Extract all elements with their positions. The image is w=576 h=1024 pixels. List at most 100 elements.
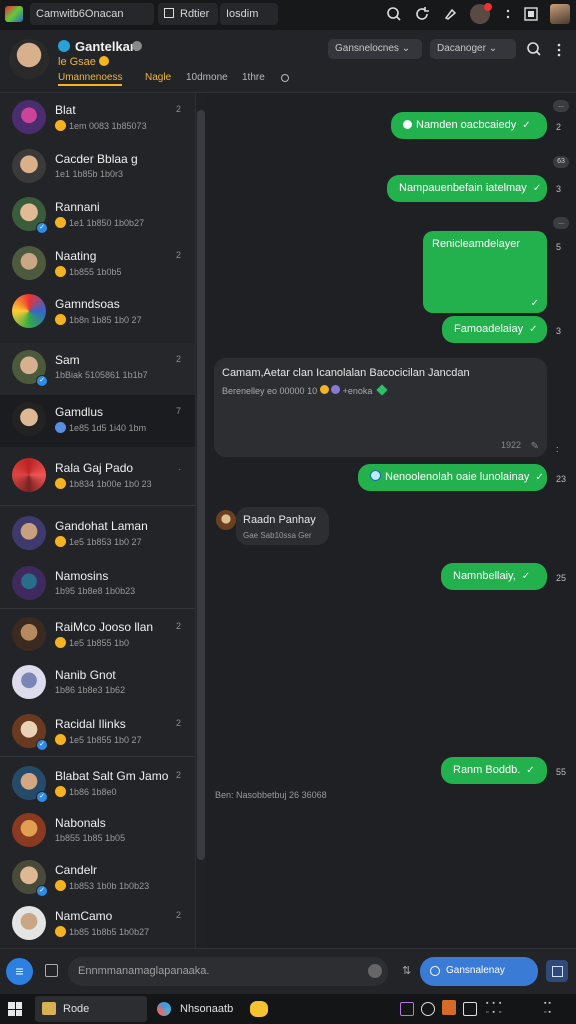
subtab-3[interactable]: 10dmone xyxy=(186,72,228,83)
message-time: 1922 xyxy=(500,440,521,450)
sender-avatar[interactable] xyxy=(216,510,236,530)
header-search-icon[interactable] xyxy=(526,41,542,62)
more-icon[interactable] xyxy=(500,6,516,22)
preview-text: 1b853 1b0b 1b0b23 xyxy=(69,881,150,891)
pin-icon[interactable] xyxy=(442,6,458,22)
chat-preview: 1em 0083 1b85073 xyxy=(55,120,147,131)
outgoing-message[interactable]: Ranm Boddb. ✓ xyxy=(441,757,547,784)
chat-list-item[interactable]: ✓ Candelr 1b853 1b0b 1b0b23 xyxy=(0,853,195,905)
incoming-message[interactable]: Camam,Aetar clan Icanolalan Bacocicilan … xyxy=(214,358,547,457)
preview-text: 1b85 1b8b5 1b0b27 xyxy=(69,927,150,937)
notification-center-icon[interactable]: ▪ ▪ ▫ ▪ xyxy=(544,999,566,1019)
profile-avatar[interactable] xyxy=(550,4,570,24)
app-icon[interactable]: ≡ xyxy=(6,958,33,985)
chat-list-item[interactable]: Nabonals 1b855 1b85 1b05 xyxy=(0,806,195,858)
tray-icon-4[interactable] xyxy=(463,1002,477,1016)
windows-start-icon[interactable] xyxy=(8,1002,22,1016)
chat-list-item[interactable]: Nanib Gnot 1b86 1b8e3 1b62 xyxy=(0,658,195,710)
message-text: Namden oacbcaiedy xyxy=(416,119,517,131)
header-pill-2[interactable]: Dacanoger ⌄ xyxy=(430,39,516,59)
window-icon[interactable] xyxy=(523,6,539,22)
verified-icon: ✓ xyxy=(36,885,48,897)
notification-icon[interactable] xyxy=(470,3,492,24)
chat-list-item[interactable]: Rala Gaj Pado 1b834 1b00e 1b0 23 . xyxy=(0,451,195,503)
chat-list-item[interactable]: ✓ Blabat Salt Gm Jamo 1b86 1b8e0 2 xyxy=(0,759,195,811)
check-icon: ✓ xyxy=(529,324,538,335)
chat-time: 2 xyxy=(175,354,181,364)
chat-list-item[interactable]: Gandohat Laman 1e5 1b853 1b0 27 xyxy=(0,509,195,561)
subtab-4[interactable]: 1thre xyxy=(242,72,265,83)
emoji-icon xyxy=(55,478,66,489)
taskbar-item-2[interactable]: Nhsonaatb xyxy=(152,996,242,1022)
emoji-button-icon[interactable] xyxy=(368,964,382,978)
verified-icon: ✓ xyxy=(36,375,48,387)
sidebar-scroll-thumb[interactable] xyxy=(197,110,205,860)
verified-icon: ✓ xyxy=(36,222,48,234)
taskbar-item-1-label: Rode xyxy=(63,1003,90,1015)
chat-time: 7 xyxy=(175,406,181,416)
header-pill-1[interactable]: Gansnelocnes ⌄ xyxy=(328,39,422,59)
search-icon[interactable] xyxy=(386,6,402,22)
chat-list-item[interactable]: Namosins 1b95 1b8e8 1b0b23 xyxy=(0,559,195,611)
divider xyxy=(0,756,195,757)
chat-preview: 1e5 1b855 1b0 27 xyxy=(55,734,142,745)
tray-icon-1[interactable] xyxy=(400,1002,414,1016)
chat-list-item[interactable]: Naating 1b855 1b0b5 2 xyxy=(0,239,195,291)
tray-row-1: ▪ ▪ ▪ xyxy=(486,1000,503,1007)
chat-preview: 1b834 1b00e 1b0 23 xyxy=(55,478,152,489)
browser-logo-icon[interactable] xyxy=(5,6,23,22)
message-time: 2 xyxy=(556,122,562,132)
outgoing-message[interactable]: Nenoolenolah oaie lunolainay ✓ xyxy=(358,464,547,491)
outgoing-message[interactable]: Nampauenbefain iatelmay ✓ xyxy=(387,175,547,202)
chat-name: Nanib Gnot xyxy=(55,668,116,682)
tray-icon-2[interactable] xyxy=(421,1002,435,1016)
pill-2-label: Dacanoger xyxy=(437,43,486,54)
tray-icon-3[interactable] xyxy=(442,1000,456,1015)
chat-list-item[interactable]: Gamndsoas 1b8n 1b85 1b0 27 xyxy=(0,287,195,339)
chat-list-item[interactable]: Cacder Bblaa g 1e1 1b85b 1b0r3 xyxy=(0,142,195,194)
divider xyxy=(0,505,195,506)
chat-list-item[interactable]: Blat 1em 0083 1b85073 2 xyxy=(0,93,195,145)
input-placeholder: Ennmmanamaglapanaaka. xyxy=(78,965,210,977)
os-taskbar: Rode Nhsonaatb ▪ ▪ ▪ ▫ ▪ ▫ ▪ ▪ ▫ ▪ xyxy=(0,994,576,1024)
status-emoji-icon xyxy=(98,56,109,66)
contact-name[interactable]: Gantelkan xyxy=(75,39,138,54)
outgoing-message[interactable]: Namnbellaiy, ✓ xyxy=(441,563,547,590)
tab-2[interactable]: Rdtier xyxy=(158,3,218,25)
outgoing-message[interactable]: Renicleamdelayer ✓ xyxy=(423,231,547,313)
emoji-app-icon[interactable] xyxy=(250,1001,268,1017)
chat-list-item[interactable]: NamCamo 1b85 1b8b5 1b0b27 2 xyxy=(0,899,195,951)
chat-list-item[interactable]: RaiMco Jooso llan 1e5 1b855 1b0 2 xyxy=(0,610,195,662)
tab-1[interactable]: Camwitb6Onacan xyxy=(30,3,154,25)
refresh-icon[interactable] xyxy=(414,6,430,22)
subtab-1[interactable]: Umannenoess xyxy=(58,72,123,86)
chat-list-item[interactable]: ✓ Sam 1bBiak 5105861 1b1b7 2 xyxy=(0,343,195,395)
chat-list-item[interactable]: Gamdlus 1e85 1d5 1i40 1bm 7 xyxy=(0,395,195,447)
chat-list-item[interactable]: ✓ Racidal Ilinks 1e5 1b855 1b0 27 2 xyxy=(0,707,195,759)
send-label: Gansnalenay xyxy=(446,965,505,976)
tray-row-2: ▫ ▪ xyxy=(544,1009,551,1016)
chat-time: 2 xyxy=(175,621,181,631)
contact-avatar[interactable] xyxy=(9,39,49,79)
send-button[interactable]: Gansnalenay xyxy=(420,957,538,986)
tray-icons-group[interactable]: ▪ ▪ ▪ ▫ ▪ ▫ xyxy=(486,999,536,1019)
header-more-icon[interactable] xyxy=(556,42,562,63)
attach-icon[interactable] xyxy=(45,964,58,977)
outgoing-message[interactable]: Famoadelaiay ✓ xyxy=(442,316,547,343)
expand-icon[interactable] xyxy=(546,960,568,982)
chevron-down-icon: ⌄ xyxy=(401,43,411,54)
incoming-message[interactable]: Raadn Panhay Gae Sab10ssa Ger xyxy=(236,507,329,545)
tab-3[interactable]: Iosdim xyxy=(220,3,278,25)
outgoing-message[interactable]: Namden oacbcaiedy ✓ xyxy=(391,112,547,139)
chat-name: Rala Gaj Pado xyxy=(55,461,134,475)
subtab-2[interactable]: Nagle xyxy=(145,72,171,83)
reaction-badge: 63 xyxy=(553,156,569,168)
check-icon: ✓ xyxy=(530,298,539,309)
microphone-icon[interactable]: ⇅ xyxy=(402,964,411,977)
taskbar-item-1[interactable]: Rode xyxy=(35,996,147,1022)
avatar xyxy=(12,617,46,651)
message-input[interactable]: Ennmmanamaglapanaaka. xyxy=(68,957,388,986)
chat-list-item[interactable]: ✓ Rannani 1e1 1b850 1b0b27 xyxy=(0,190,195,242)
explorer-icon xyxy=(42,1002,56,1015)
composer-bar: ≡ Ennmmanamaglapanaaka. ⇅ Gansnalenay xyxy=(0,948,576,995)
